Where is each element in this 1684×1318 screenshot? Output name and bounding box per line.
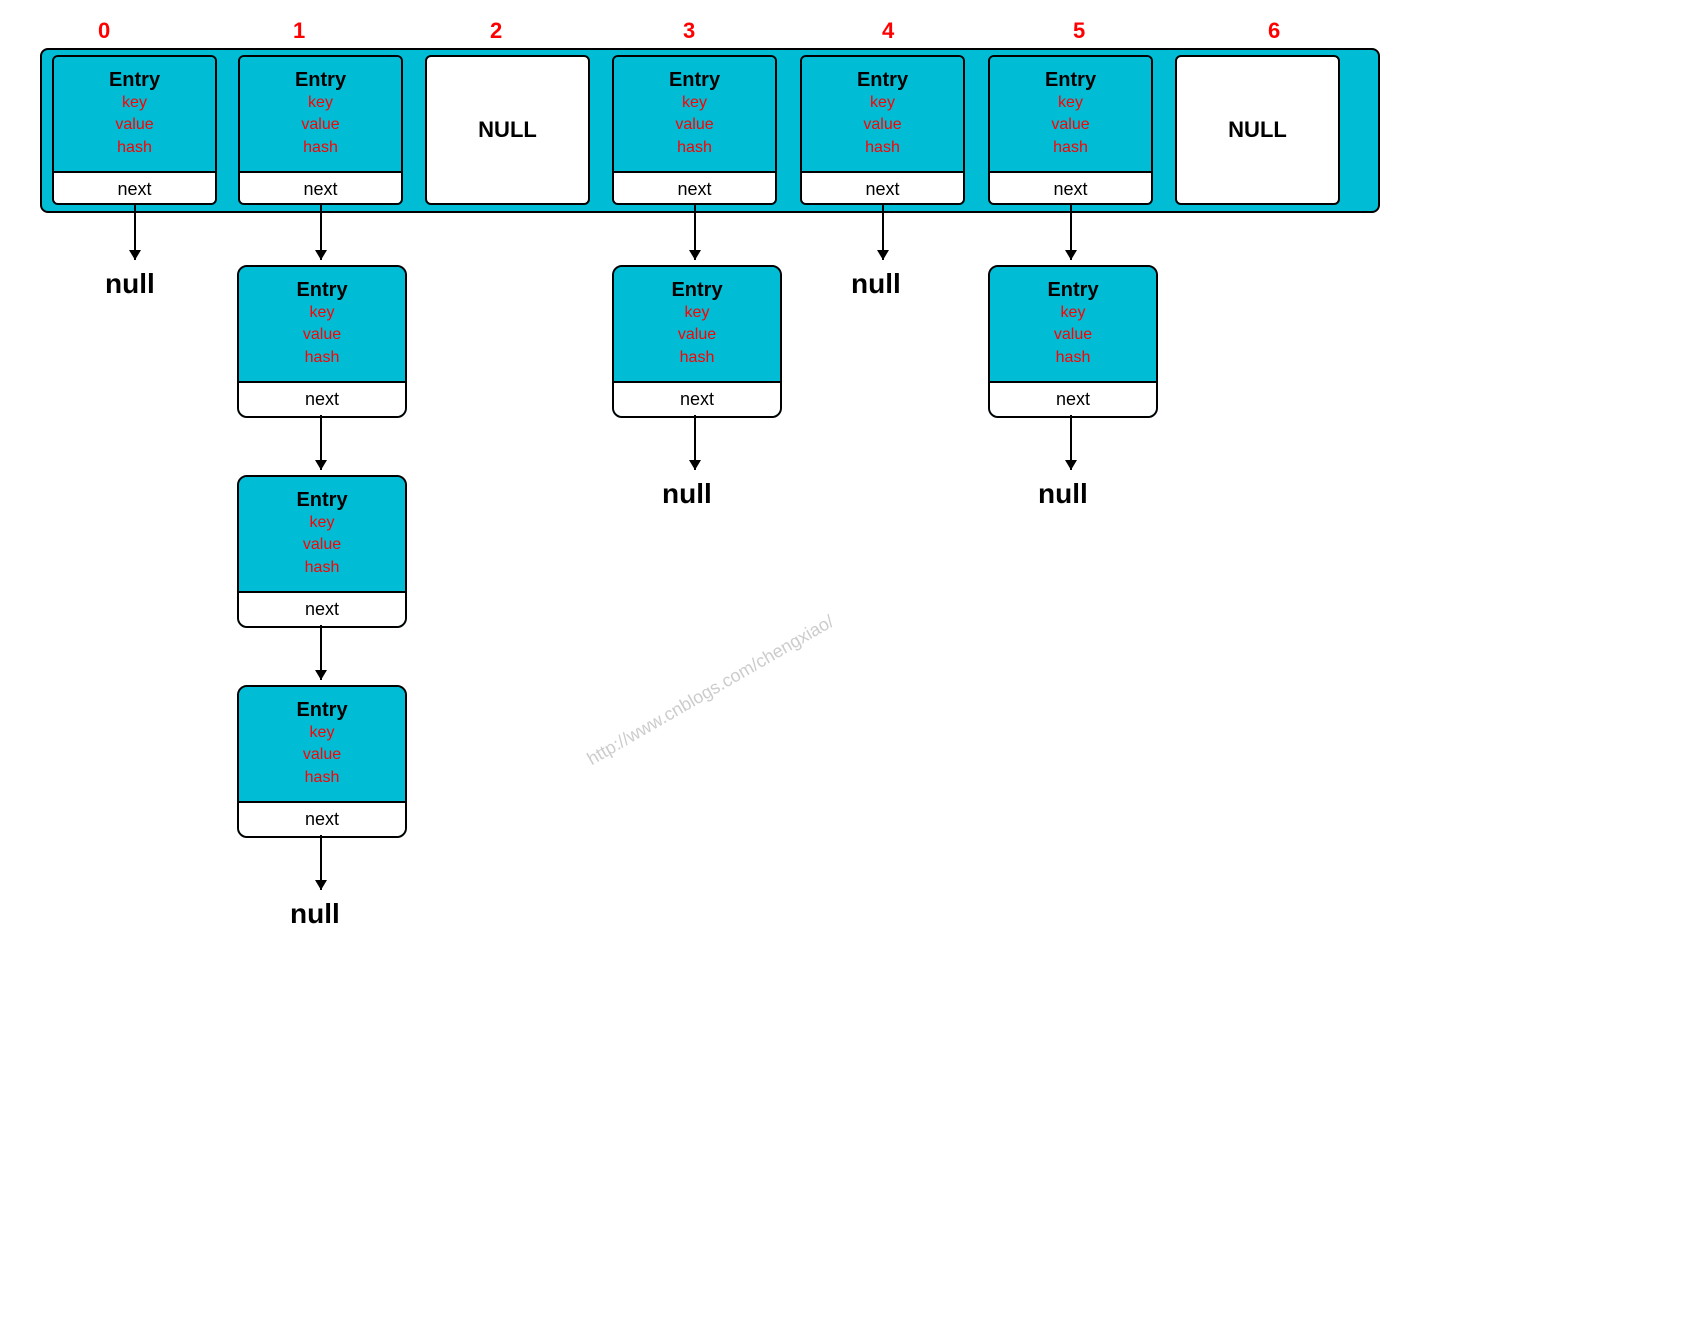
index-5: 5 bbox=[1073, 18, 1085, 44]
entry-next-1-3: next bbox=[239, 591, 405, 626]
entry-next-3: next bbox=[614, 171, 775, 205]
entry-title-3: Entry bbox=[622, 69, 767, 92]
array-cell-0: Entry key value hash next bbox=[52, 55, 217, 205]
index-0: 0 bbox=[98, 18, 110, 44]
watermark: http://www.cnblogs.com/chengxiao/ bbox=[584, 611, 838, 770]
entry-value-4: value bbox=[810, 114, 955, 136]
arrow-5-down bbox=[1070, 205, 1072, 260]
entry-value-0: value bbox=[62, 114, 207, 136]
arrow-1-4-null bbox=[320, 835, 322, 890]
entry-hash-3: hash bbox=[622, 137, 767, 159]
index-2: 2 bbox=[490, 18, 502, 44]
arrow-4-null bbox=[882, 205, 884, 260]
arrow-5-2-null bbox=[1070, 415, 1072, 470]
arrow-1-2-down bbox=[320, 415, 322, 470]
entry-next-1: next bbox=[240, 171, 401, 205]
entry-hash-0: hash bbox=[62, 137, 207, 159]
entry-value-1: value bbox=[248, 114, 393, 136]
null-4: null bbox=[851, 268, 901, 300]
arrow-0-null bbox=[134, 205, 136, 260]
arrow-1-down bbox=[320, 205, 322, 260]
arrow-3-2-null bbox=[694, 415, 696, 470]
entry-key-0: key bbox=[62, 92, 207, 114]
entry-next-1-4: next bbox=[239, 801, 405, 836]
entry-title-0: Entry bbox=[62, 69, 207, 92]
entry-next-5-2: next bbox=[990, 381, 1156, 416]
index-1: 1 bbox=[293, 18, 305, 44]
array-cell-4: Entry key value hash next bbox=[800, 55, 965, 205]
entry-title-1-2: Entry bbox=[247, 279, 397, 302]
entry-hash-4: hash bbox=[810, 137, 955, 159]
entry-box-1-4: Entry key value hash next bbox=[237, 685, 407, 838]
array-cell-1: Entry key value hash next bbox=[238, 55, 403, 205]
array-cell-3: Entry key value hash next bbox=[612, 55, 777, 205]
entry-box-3-2: Entry key value hash next bbox=[612, 265, 782, 418]
entry-hash-1: hash bbox=[248, 137, 393, 159]
entry-title-4: Entry bbox=[810, 69, 955, 92]
array-cell-6-null: NULL bbox=[1175, 55, 1340, 205]
entry-next-4: next bbox=[802, 171, 963, 205]
entry-box-1-3: Entry key value hash next bbox=[237, 475, 407, 628]
null-0: null bbox=[105, 268, 155, 300]
array-cell-2-null: NULL bbox=[425, 55, 590, 205]
entry-next-1-2: next bbox=[239, 381, 405, 416]
entry-box-1-2: Entry key value hash next bbox=[237, 265, 407, 418]
entry-title-1: Entry bbox=[248, 69, 393, 92]
entry-next-0: next bbox=[54, 171, 215, 205]
entry-next-5: next bbox=[990, 171, 1151, 205]
index-4: 4 bbox=[882, 18, 894, 44]
entry-value-5: value bbox=[998, 114, 1143, 136]
index-6: 6 bbox=[1268, 18, 1280, 44]
index-3: 3 bbox=[683, 18, 695, 44]
null-cell-6-label: NULL bbox=[1228, 117, 1287, 143]
null-cell-2-label: NULL bbox=[478, 117, 537, 143]
entry-key-5: key bbox=[998, 92, 1143, 114]
entry-box-5-2: Entry key value hash next bbox=[988, 265, 1158, 418]
array-cell-5: Entry key value hash next bbox=[988, 55, 1153, 205]
entry-value-3: value bbox=[622, 114, 767, 136]
entry-next-3-2: next bbox=[614, 381, 780, 416]
entry-key-1: key bbox=[248, 92, 393, 114]
entry-title-5: Entry bbox=[998, 69, 1143, 92]
entry-hash-5: hash bbox=[998, 137, 1143, 159]
null-3: null bbox=[662, 478, 712, 510]
null-1: null bbox=[290, 898, 340, 930]
null-5: null bbox=[1038, 478, 1088, 510]
arrow-3-down bbox=[694, 205, 696, 260]
arrow-1-3-down bbox=[320, 625, 322, 680]
entry-key-4: key bbox=[810, 92, 955, 114]
entry-key-3: key bbox=[622, 92, 767, 114]
